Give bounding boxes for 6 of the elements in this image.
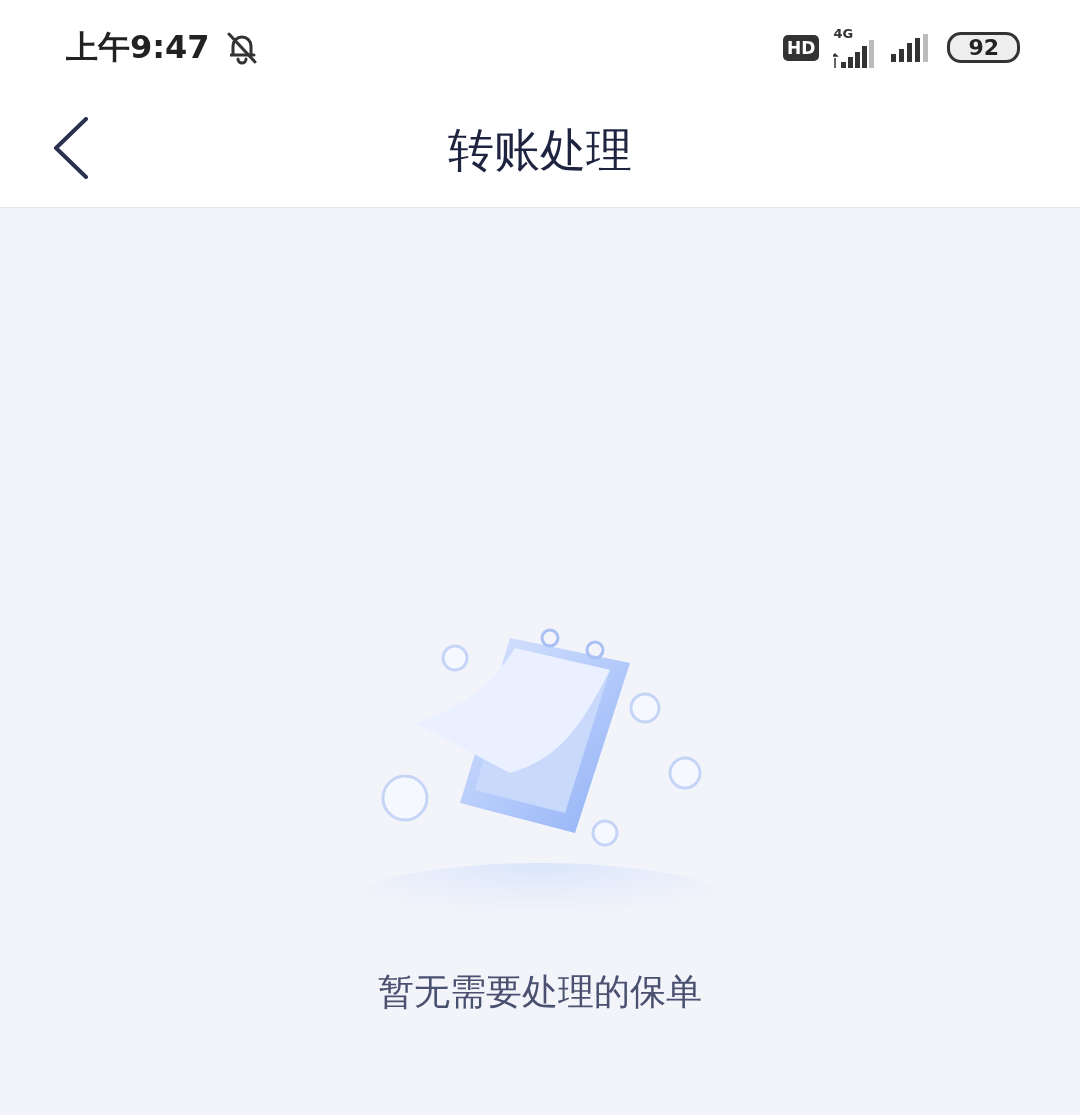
empty-state-message: 暂无需要处理的保单	[378, 970, 702, 1014]
status-time: 上午9:47	[66, 26, 210, 68]
network-label: 4G	[833, 27, 854, 40]
battery-indicator: 92	[947, 32, 1020, 63]
hd-badge: HD	[783, 34, 820, 61]
page-title: 转账处理	[448, 122, 632, 179]
